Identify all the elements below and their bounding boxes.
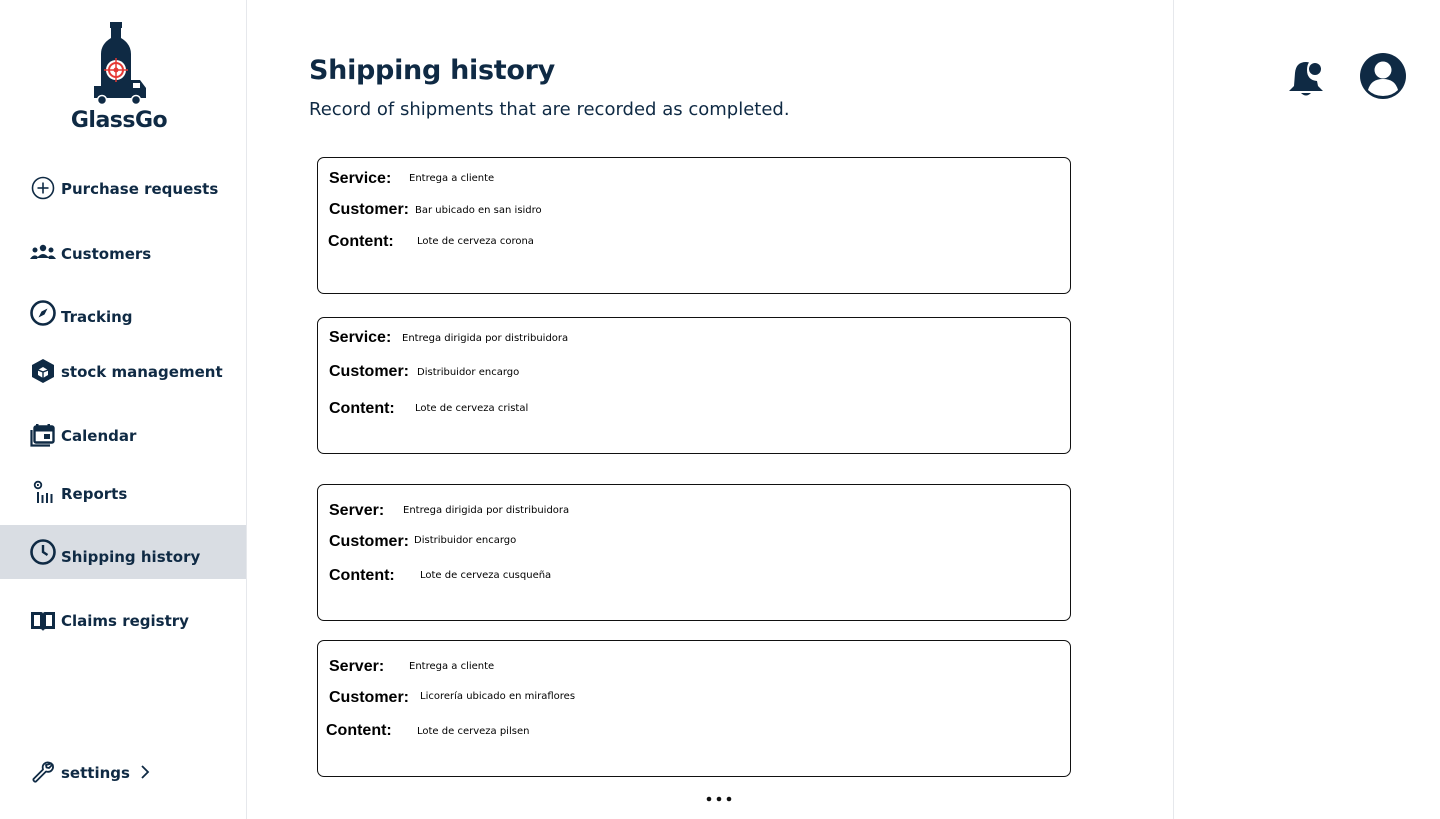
sidebar-item-label: Tracking [61,308,133,326]
sidebar-item-label: stock management [61,363,223,381]
sidebar-item-label: settings [61,764,130,782]
shipment-card[interactable]: Service: Entrega dirigida por distribuid… [317,317,1071,454]
more-ellipsis-icon[interactable] [704,790,734,806]
shipment-card[interactable]: Server: Entrega dirigida por distribuido… [317,484,1071,621]
sidebar-item-purchase-requests[interactable]: Purchase requests [0,161,246,215]
page-title: Shipping history [309,55,555,86]
plus-circle-icon [30,175,56,201]
content-key: Content: [329,400,395,417]
service-key: Server: [329,502,385,519]
compass-icon [30,300,56,326]
sidebar-item-calendar[interactable]: Calendar [0,407,246,461]
content-key: Content: [326,722,392,739]
chart-icon [30,480,56,506]
shipment-card[interactable]: Service: Entrega a cliente Customer: Bar… [317,157,1071,294]
notification-bell-icon[interactable] [1286,57,1326,99]
content-value: Lote de cerveza pilsen [417,726,530,737]
sidebar-item-claims-registry[interactable]: Claims registry [0,594,246,648]
calendar-icon [30,421,56,447]
service-value: Entrega a cliente [409,661,495,672]
clock-icon [30,539,56,565]
sidebar-item-label: Customers [61,245,152,263]
sidebar: GlassGo Purchase requests Customers Trac… [0,0,247,819]
service-value: Entrega a cliente [409,173,495,184]
sidebar-item-reports[interactable]: Reports [0,466,246,520]
customer-value: Bar ubicado en san isidro [415,205,542,216]
sidebar-item-tracking[interactable]: Tracking [0,286,246,340]
brand-name: GlassGo [70,108,168,133]
sidebar-item-customers[interactable]: Customers [0,226,246,280]
sidebar-item-label: Shipping history [61,548,201,566]
service-key: Service: [329,329,392,346]
content-value: Lote de cerveza corona [417,236,534,247]
content-value: Lote de cerveza cusqueña [420,570,552,581]
content-value: Lote de cerveza cristal [415,403,529,414]
chevron-right-icon [140,762,154,782]
book-icon [30,608,56,634]
customer-key: Customer: [329,201,410,218]
glassgo-logo[interactable]: GlassGo [68,20,170,135]
sidebar-item-label: Calendar [61,427,137,445]
sidebar-item-settings[interactable]: settings [0,745,246,799]
sidebar-item-stock-management[interactable]: stock management [0,344,246,398]
customer-value: Distribuidor encargo [414,535,517,546]
service-key: Service: [329,170,392,187]
sidebar-item-shipping-history[interactable]: Shipping history [0,525,246,579]
right-panel-divider [1173,0,1174,819]
bottle-truck-logo-icon [94,22,146,106]
cube-icon [30,358,56,384]
service-key: Server: [329,658,385,675]
people-icon [30,240,56,266]
sidebar-item-label: Claims registry [61,612,189,630]
page-subtitle: Record of shipments that are recorded as… [309,99,790,120]
customer-value: Distribuidor encargo [417,367,520,378]
sidebar-item-label: Purchase requests [61,180,219,198]
sidebar-item-label: Reports [61,485,128,503]
customer-value: Licorería ubicado en miraflores [420,691,576,702]
customer-key: Customer: [329,533,410,550]
content-key: Content: [329,567,395,584]
service-value: Entrega dirigida por distribuidora [402,333,569,344]
service-value: Entrega dirigida por distribuidora [403,505,570,516]
wrench-icon [30,759,56,785]
shipment-card[interactable]: Server: Entrega a cliente Customer: Lico… [317,640,1071,777]
user-avatar-icon[interactable] [1359,52,1407,100]
customer-key: Customer: [329,689,410,706]
customer-key: Customer: [329,363,410,380]
content-key: Content: [328,233,394,250]
